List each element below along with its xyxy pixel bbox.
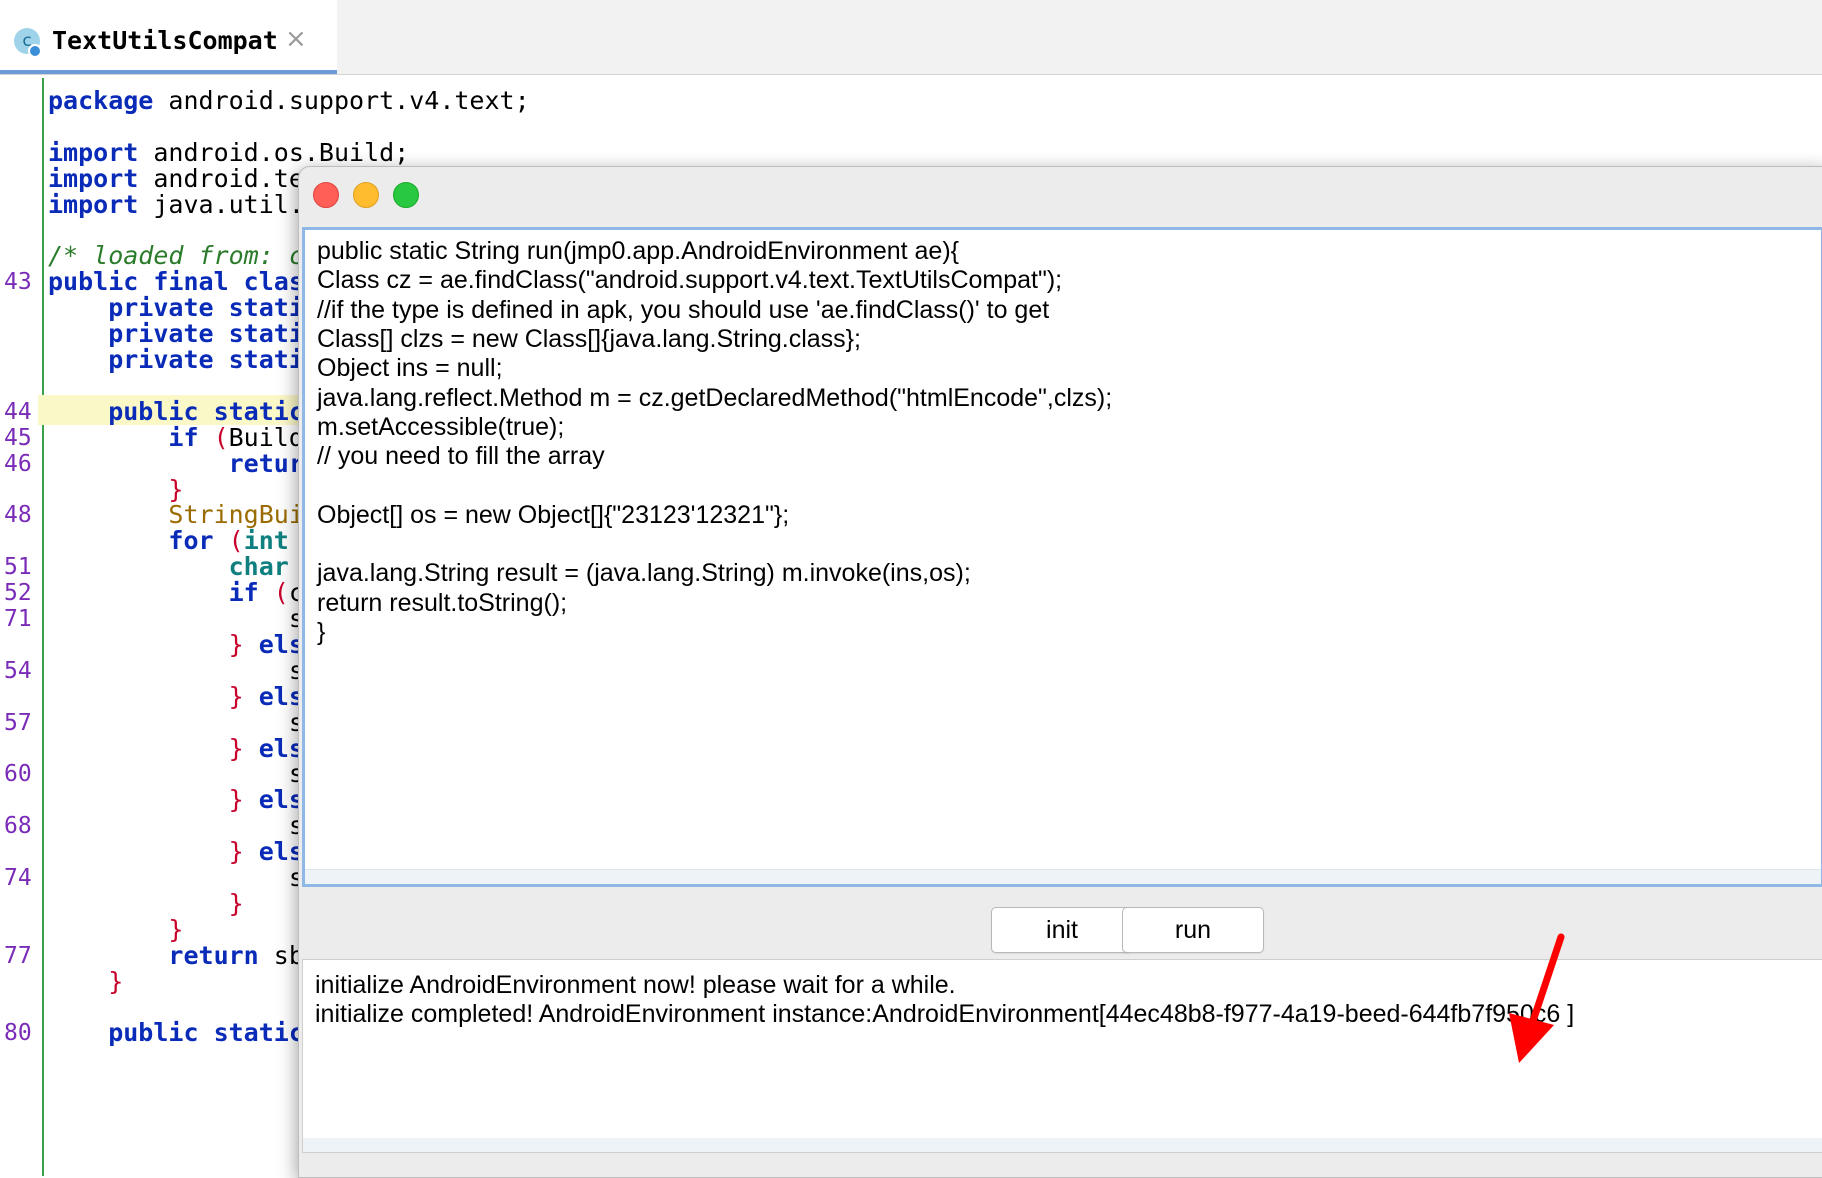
code-token: } — [48, 733, 244, 763]
code-token: } — [48, 837, 244, 867]
run-code-dialog: public static String run(jmp0.app.Androi… — [298, 166, 1822, 1178]
code-line: package android.support.v4.text; — [48, 86, 530, 116]
line-number: 46 — [4, 450, 32, 477]
code-token: import — [48, 189, 139, 219]
code-token: } — [48, 914, 184, 944]
red-arrow-icon — [1509, 933, 1565, 1063]
code-token: private static — [48, 293, 319, 323]
output-line: initialize completed! AndroidEnvironment… — [315, 1000, 1575, 1028]
minimize-window-icon[interactable] — [353, 182, 379, 208]
code-input-line: // you need to fill the array — [317, 442, 605, 471]
code-input-line: Object[] os = new Object[]{"23123'12321"… — [317, 500, 790, 529]
line-number: 57 — [4, 709, 32, 736]
code-token: ( — [258, 578, 289, 608]
code-token: } — [48, 474, 184, 504]
code-token: import — [48, 137, 139, 167]
code-input-textarea[interactable]: public static String run(jmp0.app.Androi… — [302, 227, 1822, 887]
code-token: } — [48, 966, 124, 996]
code-token: int — [243, 526, 289, 556]
line-number: 74 — [4, 865, 32, 891]
code-token: private static — [48, 319, 319, 349]
code-token: android.os.Build; — [138, 137, 410, 167]
code-token: public final class — [48, 267, 319, 297]
zoom-window-icon[interactable] — [393, 182, 419, 208]
line-number: 54 — [4, 657, 32, 684]
code-token: private static — [48, 345, 319, 374]
tab-textutilscompat[interactable]: c TextUtilsCompat × — [0, 0, 337, 74]
line-number: 68 — [4, 813, 32, 840]
output-console[interactable]: initialize AndroidEnvironment now! pleas… — [302, 959, 1822, 1153]
code-line: } — [48, 967, 123, 997]
close-icon[interactable]: × — [285, 24, 307, 54]
line-number: 80 — [4, 1020, 32, 1047]
code-token: } — [48, 888, 244, 918]
code-token: ( — [213, 526, 244, 556]
tab-title: TextUtilsCompat — [52, 26, 278, 55]
code-token: android.support.v4.text; — [153, 86, 530, 115]
line-number: 48 — [4, 502, 32, 529]
code-token: char — [48, 552, 289, 582]
line-number: 43 — [4, 269, 32, 296]
init-button[interactable]: init — [991, 907, 1133, 953]
code-token: for — [48, 526, 214, 556]
output-scrollbar[interactable] — [303, 1138, 1822, 1152]
code-token: import — [48, 163, 139, 193]
code-area-scrollbar[interactable] — [305, 869, 1821, 884]
code-token: if — [48, 578, 259, 608]
class-c-icon: c — [14, 28, 42, 58]
code-token: return — [48, 448, 319, 478]
code-token: if — [48, 422, 199, 452]
code-token: } — [48, 681, 244, 711]
code-token: } — [48, 785, 244, 815]
line-number: 71 — [4, 606, 32, 632]
line-number: 60 — [4, 761, 32, 788]
editor-tab-bar: c TextUtilsCompat × — [0, 0, 1822, 75]
code-token: ( — [198, 422, 229, 452]
code-token: package — [48, 86, 154, 115]
code-token: public static — [48, 1018, 304, 1048]
close-window-icon[interactable] — [313, 182, 339, 208]
code-token: public static — [48, 396, 304, 426]
run-button[interactable]: run — [1122, 907, 1264, 953]
code-token: return — [48, 940, 259, 970]
code-input-line: return result.toString(); — [317, 588, 568, 617]
code-input-line: } — [317, 617, 326, 646]
code-token: } — [48, 629, 244, 659]
line-number: 77 — [4, 942, 32, 969]
